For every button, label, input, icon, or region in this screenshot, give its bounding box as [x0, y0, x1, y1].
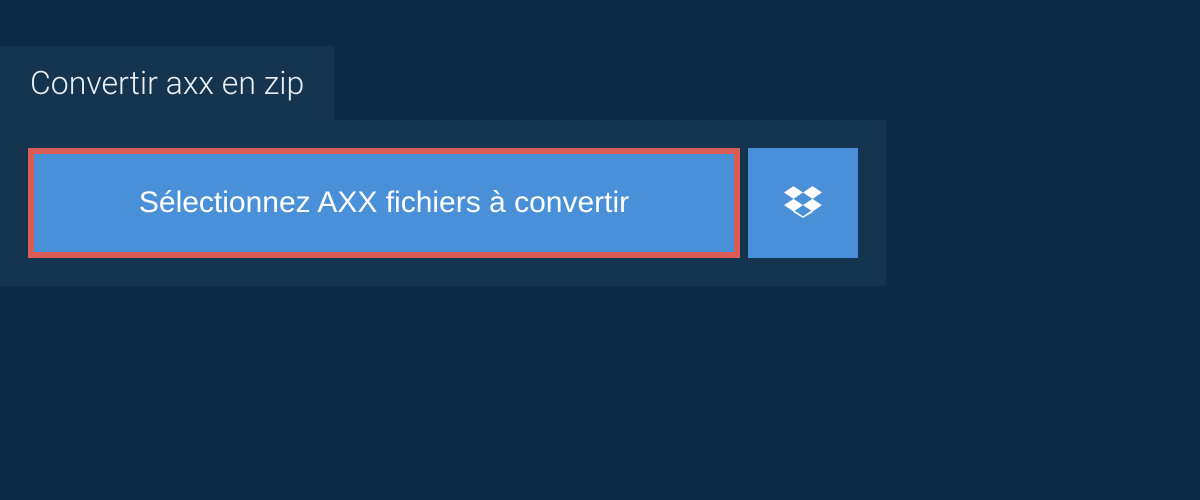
select-files-button[interactable]: Sélectionnez AXX fichiers à convertir [28, 148, 740, 258]
tab-convert[interactable]: Convertir axx en zip [0, 46, 334, 120]
tab-label: Convertir axx en zip [30, 64, 304, 102]
tab-bar: Convertir axx en zip [0, 0, 1200, 120]
upload-panel: Sélectionnez AXX fichiers à convertir [0, 120, 886, 286]
dropbox-icon [784, 183, 822, 224]
select-files-label: Sélectionnez AXX fichiers à convertir [139, 186, 629, 220]
button-row: Sélectionnez AXX fichiers à convertir [28, 148, 858, 258]
dropbox-button[interactable] [748, 148, 858, 258]
